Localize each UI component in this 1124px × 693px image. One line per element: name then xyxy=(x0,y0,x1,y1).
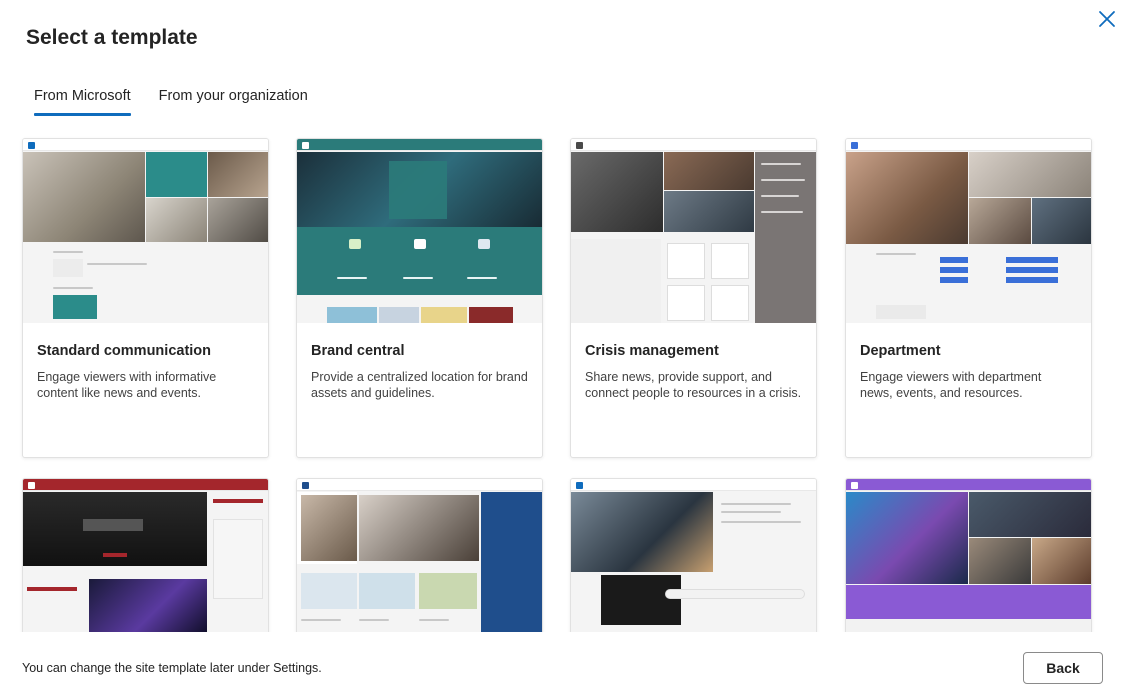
template-card-standard-communication[interactable]: Standard communication Engage viewers wi… xyxy=(22,138,269,458)
template-card-crisis-management[interactable]: Crisis management Share news, provide su… xyxy=(570,138,817,458)
template-description: Engage viewers with informative content … xyxy=(37,370,217,400)
template-title: Standard communication xyxy=(37,343,212,359)
footer-note: You can change the site template later u… xyxy=(22,661,322,675)
template-card-leadership-connection[interactable] xyxy=(570,478,817,632)
tab-from-your-organization[interactable]: From your organization xyxy=(151,84,316,116)
template-thumbnail xyxy=(571,479,816,632)
template-card-department[interactable]: Department Engage viewers with departmen… xyxy=(845,138,1092,458)
template-grid: Standard communication Engage viewers wi… xyxy=(0,130,1124,632)
template-description: Share news, provide support, and connect… xyxy=(585,370,802,400)
close-icon xyxy=(1099,11,1115,27)
tab-from-microsoft[interactable]: From Microsoft xyxy=(26,84,139,116)
template-thumbnail xyxy=(571,139,816,323)
template-thumbnail xyxy=(846,139,1091,323)
template-card-brand-central[interactable]: Brand central Provide a centralized loca… xyxy=(296,138,543,458)
template-thumbnail xyxy=(23,139,268,323)
template-card-learning-central[interactable] xyxy=(845,478,1092,632)
dialog-title: Select a template xyxy=(26,26,198,49)
template-description: Provide a centralized location for brand… xyxy=(311,370,528,400)
template-description: Engage viewers with department news, eve… xyxy=(860,370,1042,400)
template-card-human-resources[interactable] xyxy=(296,478,543,632)
template-thumbnail xyxy=(297,479,542,632)
back-button[interactable]: Back xyxy=(1023,652,1103,684)
template-title: Brand central xyxy=(311,343,405,359)
template-thumbnail xyxy=(297,139,542,323)
template-title: Crisis management xyxy=(585,343,719,359)
template-card-event[interactable] xyxy=(22,478,269,632)
template-thumbnail xyxy=(846,479,1091,632)
template-title: Department xyxy=(860,343,941,359)
close-button[interactable] xyxy=(1096,8,1118,30)
template-thumbnail xyxy=(23,479,268,632)
template-tabs: From Microsoft From your organization xyxy=(26,84,328,116)
